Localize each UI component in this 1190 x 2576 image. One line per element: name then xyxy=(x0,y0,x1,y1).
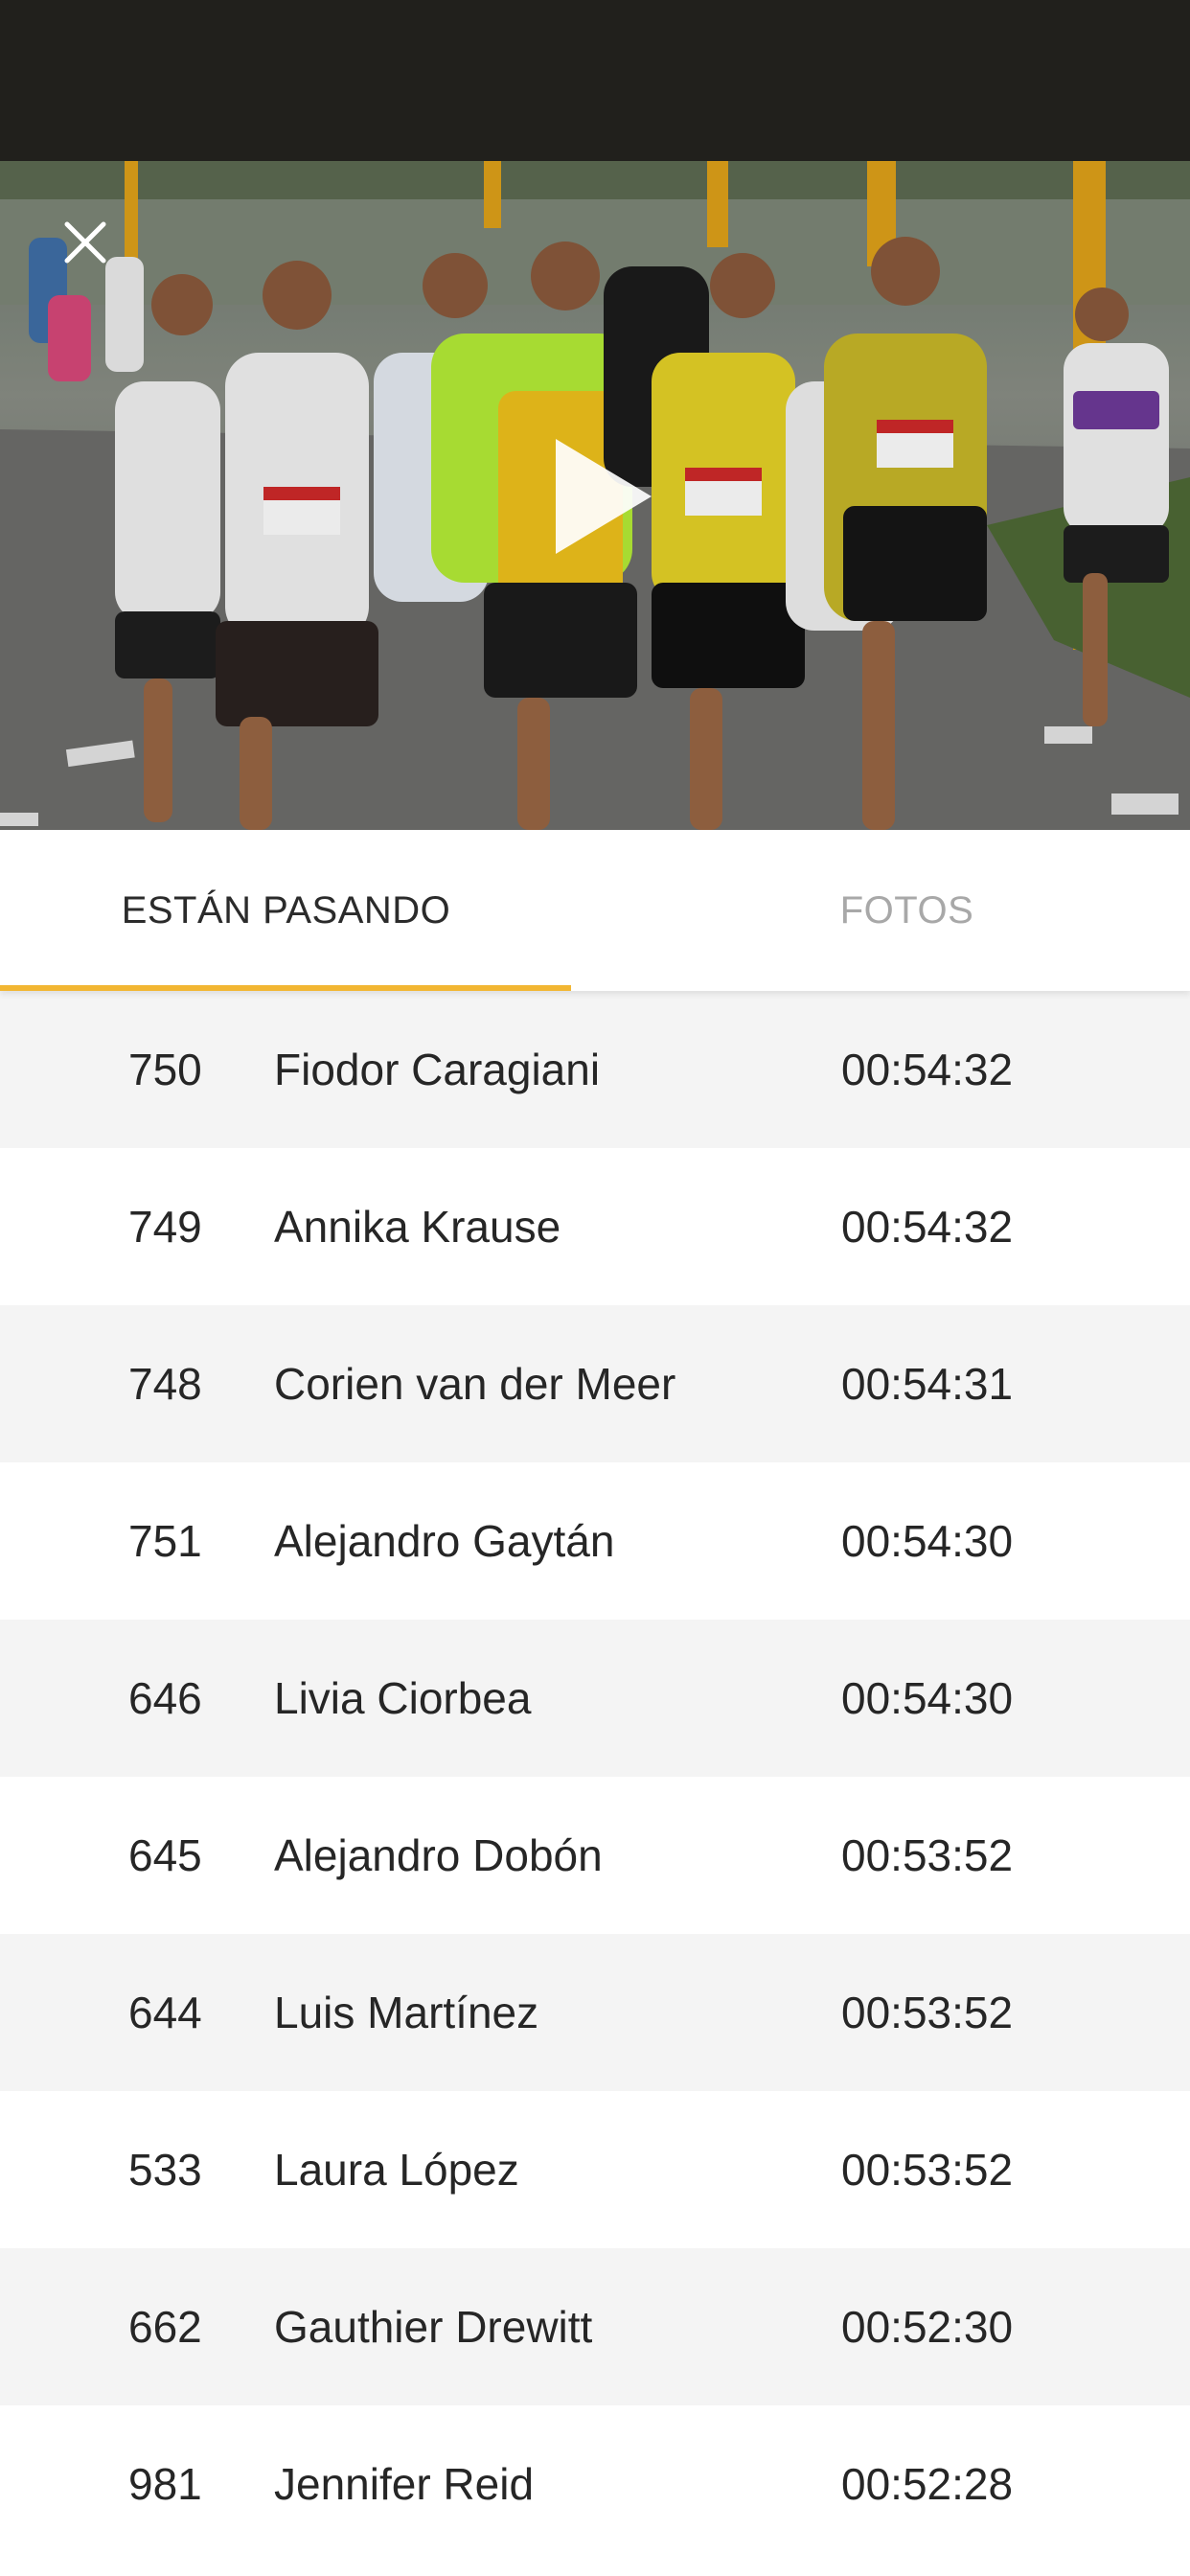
runner-time: 00:53:52 xyxy=(841,1988,1014,2037)
runner-name: Jennifer Reid xyxy=(274,2459,535,2509)
bib-number: 533 xyxy=(128,2145,202,2195)
runner-name: Alejandro Gaytán xyxy=(274,1516,615,1566)
tab-bar: ESTÁN PASANDO FOTOS xyxy=(0,830,1190,991)
close-button[interactable] xyxy=(59,217,111,268)
status-bar xyxy=(0,0,1190,161)
runner-name: Luis Martínez xyxy=(274,1988,539,2037)
runner-time: 00:54:32 xyxy=(841,1045,1014,1094)
runner-name: Annika Krause xyxy=(274,1202,561,1252)
bib-number: 645 xyxy=(128,1830,202,1880)
runner-name: Gauthier Drewitt xyxy=(274,2302,593,2352)
runner-name: Corien van der Meer xyxy=(274,1359,676,1409)
runner-time: 00:54:32 xyxy=(841,1202,1014,1252)
video-player[interactable] xyxy=(0,161,1190,830)
bib-number: 749 xyxy=(128,1202,202,1252)
runner-time: 00:54:30 xyxy=(841,1673,1014,1723)
tab-label: ESTÁN PASANDO xyxy=(121,888,451,932)
play-button[interactable] xyxy=(537,429,661,564)
list-item[interactable]: 981 Jennifer Reid 00:52:28 xyxy=(0,2405,1190,2563)
runner-name: Livia Ciorbea xyxy=(274,1673,532,1723)
runner-time: 00:53:52 xyxy=(841,2145,1014,2195)
tab-estan-pasando[interactable]: ESTÁN PASANDO xyxy=(0,830,595,991)
list-item[interactable]: 750 Fiodor Caragiani 00:54:32 xyxy=(0,991,1190,1148)
list-item[interactable]: 533 Laura López 00:53:52 xyxy=(0,2091,1190,2248)
runners-list[interactable]: 750 Fiodor Caragiani 00:54:32 749 Annika… xyxy=(0,991,1190,2563)
bib-number: 644 xyxy=(128,1988,202,2037)
runner-name: Alejandro Dobón xyxy=(274,1830,603,1880)
runner-name: Fiodor Caragiani xyxy=(274,1045,601,1094)
list-item[interactable]: 749 Annika Krause 00:54:32 xyxy=(0,1148,1190,1305)
play-icon xyxy=(556,439,652,554)
runner-time: 00:53:52 xyxy=(841,1830,1014,1880)
bib-number: 751 xyxy=(128,1516,202,1566)
runner-time: 00:52:30 xyxy=(841,2302,1014,2352)
list-item[interactable]: 662 Gauthier Drewitt 00:52:30 xyxy=(0,2248,1190,2405)
list-item[interactable]: 645 Alejandro Dobón 00:53:52 xyxy=(0,1777,1190,1934)
list-item[interactable]: 751 Alejandro Gaytán 00:54:30 xyxy=(0,1462,1190,1620)
list-item[interactable]: 646 Livia Ciorbea 00:54:30 xyxy=(0,1620,1190,1777)
runner-time: 00:52:28 xyxy=(841,2459,1014,2509)
tab-fotos[interactable]: FOTOS xyxy=(595,830,1190,991)
bib-number: 646 xyxy=(128,1673,202,1723)
bib-number: 981 xyxy=(128,2459,202,2509)
bib-number: 662 xyxy=(128,2302,202,2352)
list-item[interactable]: 748 Corien van der Meer 00:54:31 xyxy=(0,1305,1190,1462)
tab-label: FOTOS xyxy=(839,888,974,932)
active-tab-indicator xyxy=(0,985,571,991)
bib-number: 750 xyxy=(128,1045,202,1094)
runner-name: Laura López xyxy=(274,2145,519,2195)
list-item[interactable]: 644 Luis Martínez 00:53:52 xyxy=(0,1934,1190,2091)
bib-number: 748 xyxy=(128,1359,202,1409)
close-icon xyxy=(64,221,106,264)
runner-time: 00:54:31 xyxy=(841,1359,1014,1409)
runner-time: 00:54:30 xyxy=(841,1516,1014,1566)
